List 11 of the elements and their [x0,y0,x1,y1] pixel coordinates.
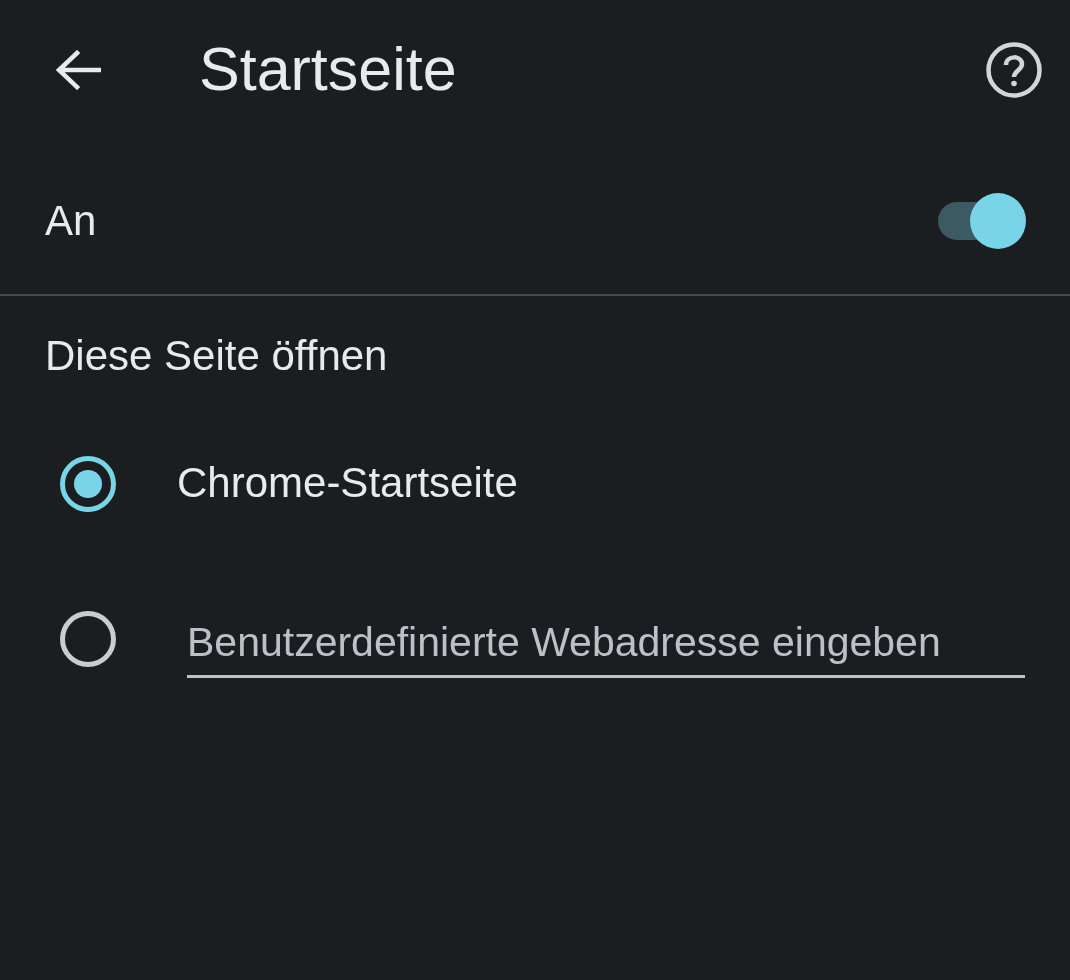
page-title: Startseite [199,34,457,106]
help-icon [986,42,1042,98]
back-arrow-icon [55,50,101,90]
radio-button[interactable] [60,610,116,667]
section-heading: Diese Seite öffnen [44,331,389,381]
option-label: Chrome-Startseite [177,458,518,509]
toggle-switch[interactable] [938,193,1026,249]
help-button[interactable] [986,42,1042,98]
radio-button[interactable] [60,455,116,512]
switch-label: An [45,195,97,246]
url-input-field[interactable]: Benutzerdefinierte Webadresse eingeben [187,603,1025,678]
